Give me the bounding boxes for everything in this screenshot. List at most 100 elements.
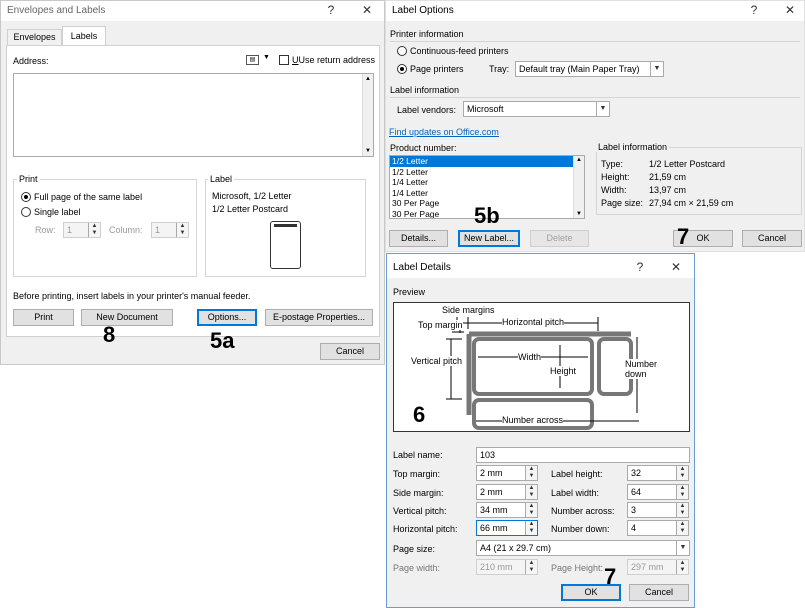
details-close-button[interactable]: ✕ — [668, 260, 684, 274]
label-group-label: Label — [208, 174, 235, 184]
number-across-input[interactable]: 3 ▲ ▼ — [627, 502, 689, 518]
diag-top-margin: Top margin — [418, 320, 463, 330]
scroll-up-icon[interactable]: ▲ — [365, 76, 371, 82]
scroll-down-icon[interactable]: ▼ — [576, 211, 582, 217]
column-input[interactable]: 1 ▲ ▼ — [151, 222, 189, 238]
new-document-button[interactable]: New Document — [81, 309, 173, 326]
preview-heading: Preview — [393, 287, 426, 297]
delete-button[interactable]: Delete — [530, 230, 589, 247]
details-titlebar: Label Details ? ✕ — [387, 254, 694, 278]
top-margin-input[interactable]: 2 mm ▲ ▼ — [476, 465, 538, 481]
tab-envelopes[interactable]: Envelopes — [7, 29, 62, 45]
tray-select[interactable]: Default tray (Main Paper Tray) ▼ — [515, 61, 664, 77]
step-5a-marker: 5a — [210, 328, 235, 353]
row-input[interactable]: 1 ▲ ▼ — [63, 222, 101, 238]
close-button[interactable]: ✕ — [359, 3, 375, 17]
epostage-button[interactable]: E-postage Properties... — [265, 309, 373, 326]
top-margin-label: Top margin: — [393, 469, 441, 479]
opts-help-button[interactable]: ? — [746, 3, 762, 17]
label-info-divider — [390, 97, 800, 98]
row-label: Row: — [35, 225, 56, 235]
printer-info-divider — [390, 41, 800, 42]
page-printers-label: Page printers — [410, 64, 464, 74]
page-width-input[interactable]: 210 mm ▲ ▼ — [476, 559, 538, 575]
diag-side-margins: Side margins — [442, 305, 495, 315]
product-list-item[interactable]: 1/2 Letter — [390, 156, 584, 167]
label-name-label: Label name: — [393, 450, 443, 460]
tab-labels[interactable]: Labels — [62, 26, 106, 46]
label-details-dialog: Label Details ? ✕ Preview Side margins T… — [386, 253, 695, 608]
diag-width: Width — [518, 352, 542, 362]
info-value: 21,59 cm — [649, 172, 687, 182]
printer-info-heading: Printer information — [390, 29, 464, 39]
use-return-address-label: UUse return address — [292, 55, 376, 65]
product-list-item[interactable]: 1/4 Letter — [390, 188, 584, 199]
print-button[interactable]: Print — [13, 309, 74, 326]
info-key: Type: — [601, 159, 624, 169]
label-height-input[interactable]: 32 ▲ ▼ — [627, 465, 689, 481]
opts-cancel-button[interactable]: Cancel — [742, 230, 802, 247]
details-help-button[interactable]: ? — [632, 260, 648, 274]
chevron-down-icon[interactable]: ▼ — [263, 54, 270, 61]
env-titlebar: Envelopes and Labels ? ✕ — [1, 1, 384, 21]
horizontal-pitch-label: Horizontal pitch: — [393, 524, 458, 534]
opts-title: Label Options — [392, 5, 454, 16]
number-down-input[interactable]: 4 ▲ ▼ — [627, 520, 689, 536]
step-8-marker: 8 — [103, 322, 116, 347]
page-height-input[interactable]: 297 mm ▲ ▼ — [627, 559, 689, 575]
continuous-feed-label: Continuous-feed printers — [410, 46, 509, 56]
product-list-scrollbar[interactable]: ▲ ▼ — [573, 156, 584, 218]
address-book-icon[interactable]: ▤ — [246, 55, 259, 65]
number-down-label: Number down: — [551, 524, 610, 534]
horizontal-pitch-input[interactable]: 66 mm ▲ ▼ — [476, 520, 538, 536]
address-scrollbar[interactable]: ▲ ▼ — [362, 74, 373, 156]
scroll-up-icon[interactable]: ▲ — [576, 157, 582, 163]
tray-label: Tray: — [489, 64, 510, 74]
product-list-item[interactable]: 1/4 Letter — [390, 177, 584, 188]
address-textarea[interactable]: ▲ ▼ — [13, 73, 374, 157]
side-margin-input[interactable]: 2 mm ▲ ▼ — [476, 484, 538, 500]
column-label: Column: — [109, 225, 143, 235]
continuous-feed-radio[interactable] — [397, 46, 407, 56]
label-name-input[interactable]: 103 — [476, 447, 690, 463]
vertical-pitch-input[interactable]: 34 mm ▲ ▼ — [476, 502, 538, 518]
full-page-label: Full page of the same label — [34, 192, 143, 202]
preview-diagram: Side margins Top margin Horizontal pitch… — [393, 302, 690, 432]
envelopes-labels-dialog: Envelopes and Labels ? ✕ Envelopes Label… — [0, 0, 385, 365]
address-label: Address: — [13, 56, 49, 66]
new-label-button[interactable]: New Label... — [458, 230, 520, 247]
product-list-item[interactable]: 1/2 Letter — [390, 167, 584, 178]
vendors-select[interactable]: Microsoft ▼ — [463, 101, 610, 117]
help-button[interactable]: ? — [323, 3, 339, 17]
details-cancel-button[interactable]: Cancel — [629, 584, 689, 601]
page-size-select[interactable]: A4 (21 x 29.7 cm) ▼ — [476, 540, 690, 556]
label-options-dialog: Label Options ? ✕ Printer information Co… — [385, 0, 805, 252]
info-value: 27,94 cm × 21,59 cm — [649, 198, 734, 208]
chevron-down-icon: ▼ — [596, 102, 609, 116]
step-7-marker-bottom: 7 — [604, 564, 617, 589]
find-updates-link[interactable]: Find updates on Office.com — [389, 127, 499, 137]
label-line-2: 1/2 Letter Postcard — [212, 204, 289, 214]
env-cancel-button[interactable]: Cancel — [320, 343, 380, 360]
label-info-heading: Label information — [390, 85, 460, 95]
label-preview-icon — [270, 221, 301, 269]
number-across-label: Number across: — [551, 506, 615, 516]
label-line-1: Microsoft, 1/2 Letter — [212, 191, 292, 201]
env-title: Envelopes and Labels — [7, 5, 106, 16]
vertical-pitch-label: Vertical pitch: — [393, 506, 447, 516]
chevron-down-icon: ▼ — [676, 541, 689, 555]
details-title: Label Details — [393, 262, 451, 273]
options-button[interactable]: Options... — [197, 309, 257, 326]
single-label-radio[interactable] — [21, 207, 31, 217]
full-page-radio[interactable] — [21, 192, 31, 202]
step-7-marker-top: 7 — [677, 224, 690, 249]
tab-labels-label: Labels — [70, 31, 98, 41]
opts-close-button[interactable]: ✕ — [782, 3, 798, 17]
label-width-input[interactable]: 64 ▲ ▼ — [627, 484, 689, 500]
scroll-down-icon[interactable]: ▼ — [365, 148, 371, 154]
use-return-address-checkbox[interactable] — [279, 55, 289, 65]
feeder-note: Before printing, insert labels in your p… — [13, 291, 251, 301]
page-printers-radio[interactable] — [397, 64, 407, 74]
details-button[interactable]: Details... — [389, 230, 448, 247]
page-width-label: Page width: — [393, 563, 441, 573]
